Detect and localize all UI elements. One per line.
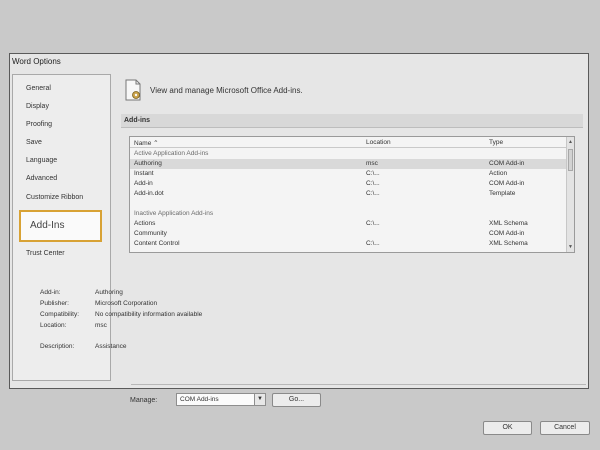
list-cell-name: Active Application Add-ins (134, 150, 209, 157)
list-item[interactable]: Add-in.dot C:\... Template (130, 189, 568, 199)
nav-item-add-ins[interactable]: Add-Ins (19, 210, 102, 242)
detail-key: Location: (40, 322, 67, 329)
detail-key: Add-in: (40, 289, 61, 296)
detail-value: Authoring (95, 289, 123, 296)
list-cell-location: C:\... (366, 180, 380, 187)
detail-value: Assistance (95, 343, 127, 350)
window-title: Word Options (12, 57, 61, 66)
list-cell-location: C:\... (366, 190, 380, 197)
nav-item-general[interactable]: General (26, 85, 51, 92)
list-item[interactable]: Community COM Add-in (130, 229, 568, 239)
list-cell-name: Add-in (134, 180, 153, 187)
list-cell-type: COM Add-in (489, 160, 525, 167)
nav-item-add-ins-label: Add-Ins (30, 220, 65, 231)
detail-key: Compatibility: (40, 311, 80, 318)
list-item[interactable]: Content Control C:\... XML Schema (130, 239, 568, 249)
list-item[interactable]: Authoring msc COM Add-in (130, 159, 568, 169)
list-cell-location: C:\... (366, 220, 380, 227)
go-button[interactable]: Go... (272, 393, 321, 407)
options-nav: General Display Proofing Save Language A… (12, 74, 111, 381)
list-header: Name ⌃ Location Type (130, 137, 568, 148)
list-cell-type: XML Schema (489, 220, 528, 227)
list-cell-location: C:\... (366, 240, 380, 247)
list-item[interactable]: Actions C:\... XML Schema (130, 219, 568, 229)
list-cell-name: Add-in.dot (134, 190, 164, 197)
nav-item-save[interactable]: Save (26, 139, 42, 146)
chevron-down-icon[interactable]: ▼ (254, 394, 265, 405)
list-cell-location: C:\... (366, 170, 380, 177)
list-cell-name: Community (134, 230, 167, 237)
ok-button[interactable]: OK (483, 421, 532, 435)
list-item[interactable]: Instant C:\... Action (130, 169, 568, 179)
scroll-down-arrow-icon[interactable]: ▼ (568, 244, 573, 250)
list-cell-name: Actions (134, 220, 156, 227)
detail-key: Description: (40, 343, 75, 350)
divider (131, 384, 586, 385)
list-cell-name: Content Control (134, 240, 180, 247)
manage-label: Manage: (130, 397, 158, 404)
nav-item-trust-center[interactable]: Trust Center (26, 250, 65, 257)
manage-select-value: COM Add-ins (180, 396, 219, 403)
cancel-button[interactable]: Cancel (540, 421, 590, 435)
list-cell-type: COM Add-in (489, 180, 525, 187)
list-cell-type: COM Add-in (489, 230, 525, 237)
scroll-up-arrow-icon[interactable]: ▲ (568, 139, 573, 145)
add-ins-section-header: Add-ins (121, 114, 583, 128)
list-cell-name: Inactive Application Add-ins (134, 210, 214, 217)
column-name-header[interactable]: Name ⌃ (134, 139, 159, 147)
word-options-dialog: Word Options General Display Proofing Sa… (9, 53, 590, 435)
detail-value: No compatibility information available (95, 311, 203, 318)
detail-value: msc (95, 322, 107, 329)
list-cell-name: Instant (134, 170, 154, 177)
nav-item-advanced[interactable]: Advanced (26, 175, 57, 182)
detail-value: Microsoft Corporation (95, 300, 158, 307)
list-vertical-scrollbar[interactable]: ▲ ▼ (566, 137, 574, 252)
add-ins-list[interactable]: Name ⌃ Location Type Active Application … (129, 136, 575, 253)
column-location-header[interactable]: Location (366, 139, 391, 146)
column-type-header[interactable]: Type (489, 139, 503, 146)
nav-item-proofing[interactable]: Proofing (26, 121, 52, 128)
nav-item-language[interactable]: Language (26, 157, 57, 164)
list-cell-name: Authoring (134, 160, 162, 167)
scrollbar-thumb[interactable] (568, 149, 573, 171)
add-ins-page-icon (124, 79, 142, 101)
list-item[interactable]: Add-in C:\... COM Add-in (130, 179, 568, 189)
list-cell-type: Template (489, 190, 516, 197)
list-group-header: Active Application Add-ins (130, 149, 568, 159)
nav-item-display[interactable]: Display (26, 103, 49, 110)
list-cell-type: Action (489, 170, 508, 177)
nav-item-customize-ribbon[interactable]: Customize Ribbon (26, 194, 83, 201)
manage-select[interactable]: COM Add-ins ▼ (176, 393, 266, 406)
list-group-header: Inactive Application Add-ins (130, 209, 568, 219)
list-cell-location: msc (366, 160, 378, 167)
list-cell-type: XML Schema (489, 240, 528, 247)
detail-key: Publisher: (40, 300, 69, 307)
panel-heading: View and manage Microsoft Office Add-ins… (150, 86, 303, 95)
